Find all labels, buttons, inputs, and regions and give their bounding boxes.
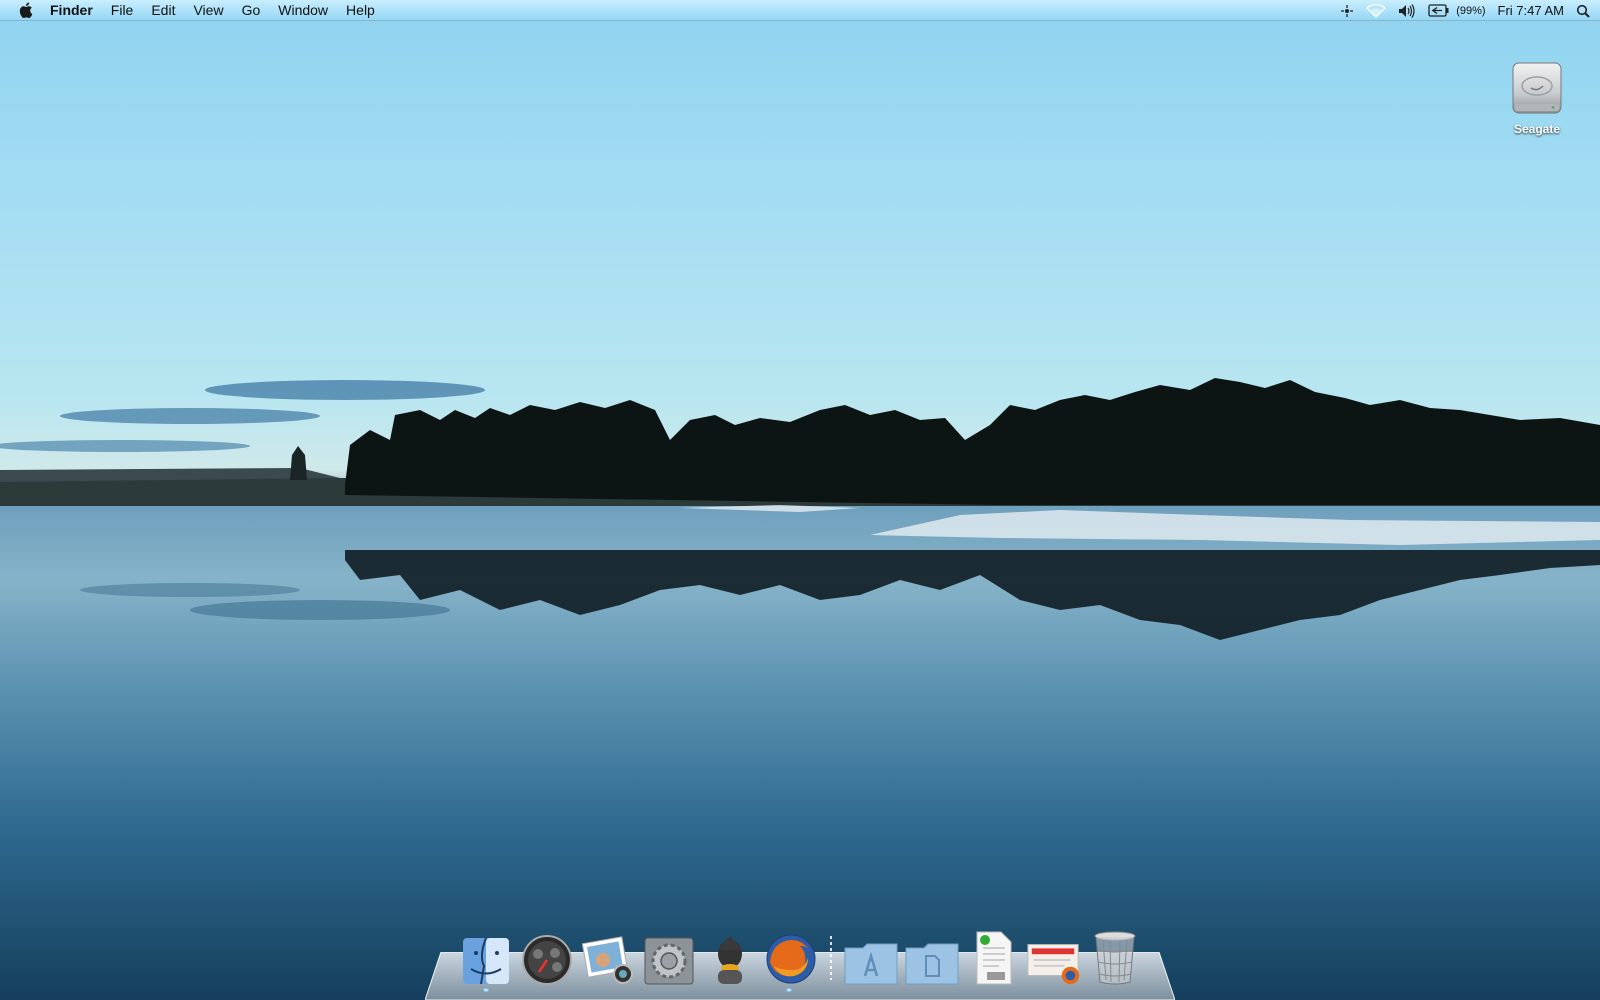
battery-percentage[interactable]: (99%) [1456,5,1485,17]
menu-window[interactable]: Window [269,0,337,21]
menu-view[interactable]: View [184,0,232,21]
drive-label: Seagate [1513,122,1561,136]
menu-clock[interactable]: Fri 7:47 AM [1498,3,1564,18]
dock-item-trash[interactable] [1087,928,1143,986]
dock-item-applications[interactable] [843,928,899,986]
dashboard-icon [522,935,572,985]
volume-icon[interactable] [1398,0,1416,21]
iphoto-icon [581,936,633,984]
menu-file[interactable]: File [102,0,143,21]
applications-folder-icon [844,943,898,985]
menu-edit[interactable]: Edit [142,0,184,21]
dock-separator [830,936,832,980]
dock-item-dashboard[interactable] [519,928,575,986]
menu-help[interactable]: Help [337,0,384,21]
battery-icon[interactable] [1428,0,1450,21]
dock-item-firefox[interactable] [763,928,819,986]
pdf-document-icon [976,931,1012,985]
menu-app-finder[interactable]: Finder [50,0,102,21]
desktop-drive-seagate[interactable]: Seagate [1500,60,1574,136]
running-indicator [483,988,489,992]
system-preferences-icon [644,937,694,985]
dock-item-iphoto[interactable] [580,928,636,986]
wallpaper [0,378,1600,1000]
dock-item-finder[interactable] [458,928,514,986]
trash-icon [1094,931,1136,985]
hard-drive-icon [1512,62,1562,114]
finder-icon [463,937,509,985]
menu-bar-left: Finder File Edit View Go Window Help [0,0,384,21]
menu-extras: (99%) Fri 7:47 AM [1340,0,1590,21]
dock-item-adium[interactable] [702,928,758,986]
firefox-download-icon [1027,944,1080,985]
menu-bar: Finder File Edit View Go Window Help (99… [0,0,1600,21]
running-indicator [786,988,792,992]
adium-icon [718,936,742,984]
dock-item-system-preferences[interactable] [641,928,697,986]
spotlight-search-icon[interactable] [1576,0,1590,21]
desktop[interactable]: Finder File Edit View Go Window Help (99… [0,0,1600,1000]
dock-item-firefox-download[interactable] [1026,928,1082,986]
firefox-icon [766,934,816,984]
documents-folder-icon [905,943,959,985]
dock-item-pdf-document[interactable] [965,928,1021,986]
dock-item-documents[interactable] [904,928,960,986]
wifi-icon[interactable] [1366,0,1387,21]
menu-go[interactable]: Go [233,0,270,21]
apple-menu-icon[interactable] [18,2,34,19]
bluetooth-menu-icon[interactable] [1340,0,1354,21]
dock [458,924,1143,986]
